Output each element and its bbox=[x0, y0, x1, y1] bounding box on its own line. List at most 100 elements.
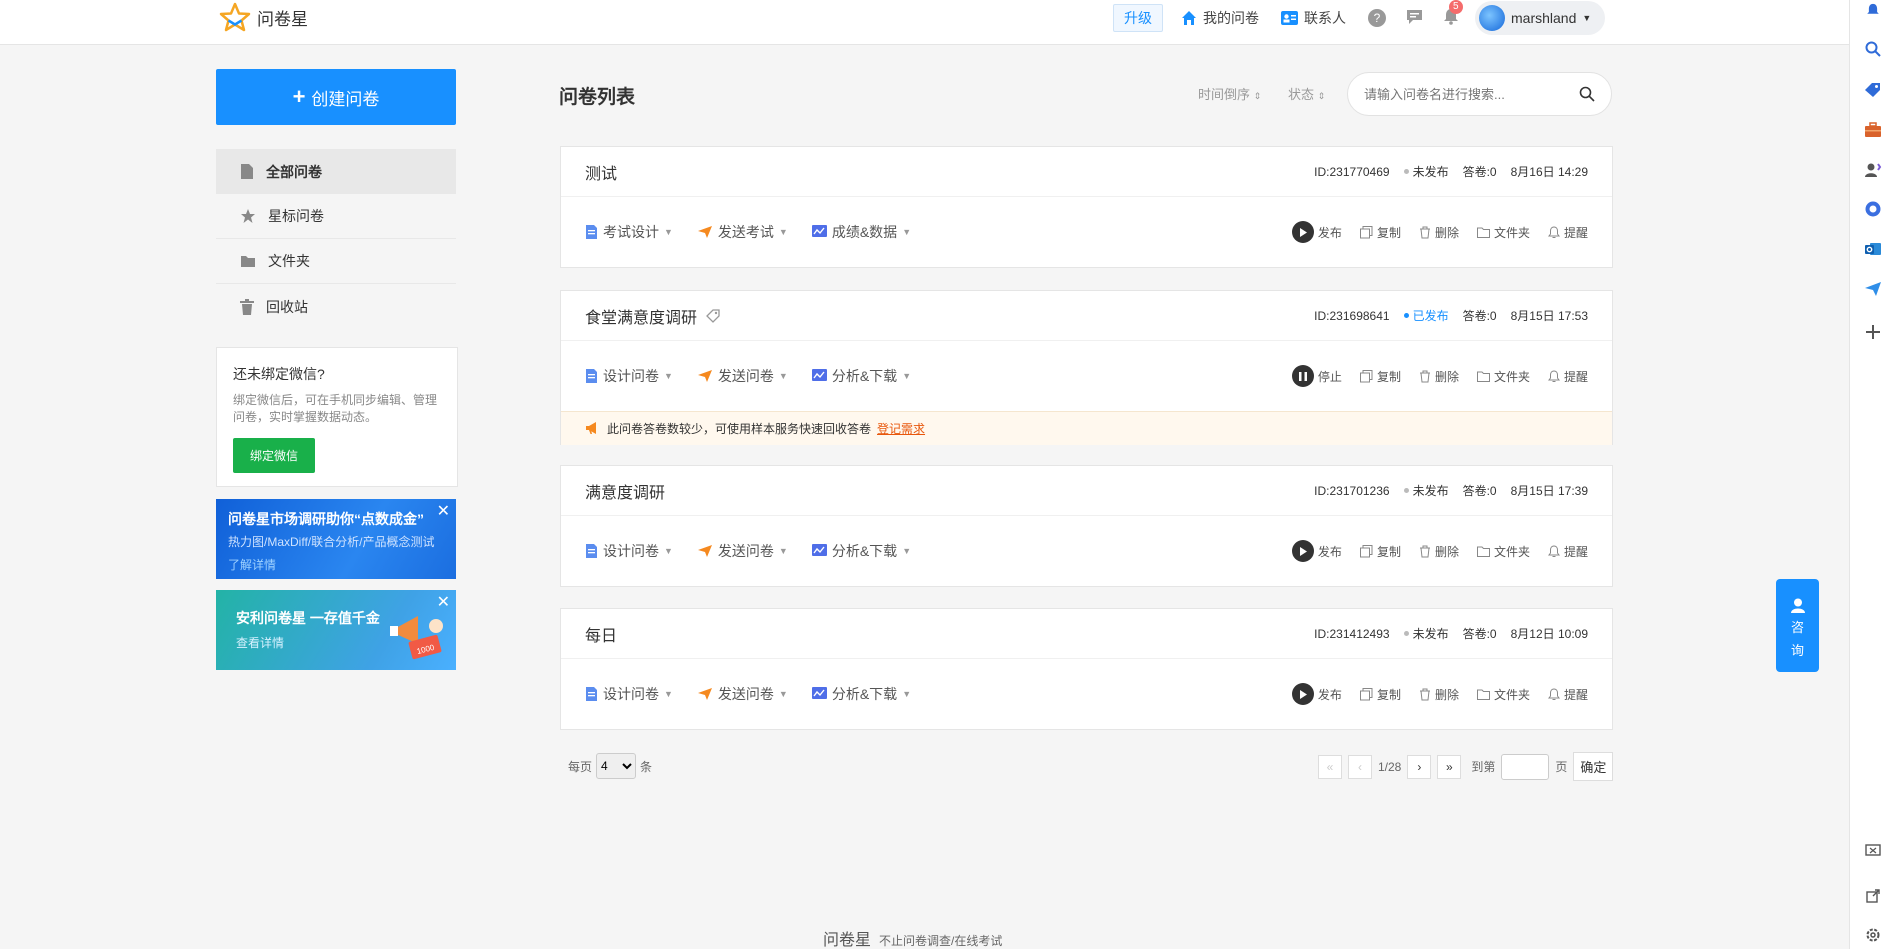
rail-external-link-icon[interactable] bbox=[1863, 886, 1883, 906]
logo-text: 问卷星 bbox=[257, 9, 308, 29]
create-survey-button[interactable]: + 创建问卷 bbox=[216, 69, 456, 125]
home-icon bbox=[1182, 11, 1196, 25]
delete-button[interactable]: 删除 bbox=[1419, 543, 1459, 560]
publish-toggle-button[interactable]: 停止 bbox=[1291, 365, 1342, 387]
confirm-button[interactable]: 确定 bbox=[1573, 752, 1614, 781]
move-folder-button[interactable]: 文件夹 bbox=[1476, 224, 1530, 241]
my-surveys-link[interactable]: 我的问卷 bbox=[1181, 8, 1259, 28]
survey-title[interactable]: 测试 bbox=[585, 160, 617, 184]
my-surveys-label: 我的问卷 bbox=[1203, 10, 1259, 26]
analytics-dropdown[interactable]: 分析&下载 ▼ bbox=[811, 684, 911, 704]
sidebar-item-starred[interactable]: 星标问卷 bbox=[216, 194, 456, 239]
survey-title[interactable]: 满意度调研 bbox=[585, 479, 665, 503]
rail-bell-icon[interactable] bbox=[1863, 0, 1883, 20]
analytics-dropdown[interactable]: 分析&下载 ▼ bbox=[811, 366, 911, 386]
recharge-banner[interactable]: 安利问卷星 一存值千金 查看详情 1000 ✕ bbox=[216, 590, 456, 670]
move-folder-button[interactable]: 文件夹 bbox=[1476, 543, 1530, 560]
contacts-link[interactable]: 联系人 bbox=[1281, 8, 1346, 28]
prev-page-button[interactable]: ‹ bbox=[1348, 754, 1372, 779]
delete-button[interactable]: 删除 bbox=[1419, 686, 1459, 703]
rail-copilot-icon[interactable] bbox=[1863, 199, 1883, 219]
rail-search-icon[interactable] bbox=[1863, 39, 1883, 59]
rail-tag-icon[interactable] bbox=[1863, 80, 1883, 100]
document-icon bbox=[241, 164, 253, 179]
register-demand-link[interactable]: 登记需求 bbox=[877, 420, 925, 437]
rail-outlook-icon[interactable] bbox=[1863, 239, 1883, 259]
survey-title[interactable]: 每日 bbox=[585, 622, 617, 646]
rail-settings-icon[interactable] bbox=[1863, 925, 1883, 945]
survey-card-actions: 考试设计 ▼ 发送考试 ▼ 成绩&数据 ▼ 发布 复制 删除 文件夹 提醒 bbox=[561, 197, 1612, 267]
market-research-banner[interactable]: 问卷星市场调研助你“点数成金” 热力图/MaxDiff/联合分析/产品概念测试 … bbox=[216, 499, 456, 579]
survey-date: 8月12日 10:09 bbox=[1510, 627, 1588, 641]
caret-down-icon: ▼ bbox=[778, 227, 788, 237]
design-dropdown[interactable]: 考试设计 ▼ bbox=[585, 222, 673, 242]
banner-link[interactable]: 了解详情 bbox=[228, 556, 444, 573]
send-dropdown[interactable]: 发送问卷 ▼ bbox=[697, 541, 788, 561]
help-icon[interactable]: ? bbox=[1368, 9, 1386, 27]
analytics-dropdown[interactable]: 成绩&数据 ▼ bbox=[811, 222, 911, 242]
copy-button[interactable]: 复制 bbox=[1359, 686, 1401, 703]
send-label: 发送考试 bbox=[717, 224, 774, 240]
copy-button[interactable]: 复制 bbox=[1359, 543, 1401, 560]
remind-label: 提醒 bbox=[1563, 369, 1588, 384]
remind-button[interactable]: 提醒 bbox=[1547, 368, 1588, 385]
plus-icon: + bbox=[292, 84, 306, 109]
sidebar-item-label: 文件夹 bbox=[268, 253, 310, 269]
sort-status-dropdown[interactable]: 状态 ⇕ bbox=[1288, 84, 1325, 103]
last-page-button[interactable]: » bbox=[1437, 754, 1462, 779]
rail-toolbox-icon[interactable] bbox=[1863, 120, 1883, 140]
design-dropdown[interactable]: 设计问卷 ▼ bbox=[585, 541, 673, 561]
remind-button[interactable]: 提醒 bbox=[1547, 686, 1588, 703]
user-menu[interactable]: marshland ▼ bbox=[1475, 1, 1606, 35]
send-dropdown[interactable]: 发送考试 ▼ bbox=[697, 222, 788, 242]
link-tag-icon[interactable] bbox=[705, 308, 721, 324]
design-dropdown[interactable]: 设计问卷 ▼ bbox=[585, 684, 673, 704]
publish-toggle-button[interactable]: 发布 bbox=[1291, 683, 1342, 705]
close-icon[interactable]: ✕ bbox=[437, 592, 450, 612]
search-icon[interactable] bbox=[1579, 86, 1595, 102]
analytics-label: 成绩&数据 bbox=[831, 224, 898, 240]
survey-title[interactable]: 食堂满意度调研 bbox=[585, 304, 697, 328]
send-dropdown[interactable]: 发送问卷 ▼ bbox=[697, 366, 788, 386]
copy-button[interactable]: 复制 bbox=[1359, 224, 1401, 241]
rail-add-icon[interactable] bbox=[1863, 322, 1883, 342]
banner-title: 问卷星市场调研助你“点数成金” bbox=[228, 511, 424, 527]
delete-button[interactable]: 删除 bbox=[1419, 224, 1459, 241]
survey-card-actions: 设计问卷 ▼ 发送问卷 ▼ 分析&下载 ▼ 发布 复制 删除 文件夹 提醒 bbox=[561, 659, 1612, 729]
upgrade-button[interactable]: 升级 bbox=[1113, 4, 1163, 32]
delete-button[interactable]: 删除 bbox=[1419, 368, 1459, 385]
bind-wechat-button[interactable]: 绑定微信 bbox=[233, 438, 316, 473]
status-label: 已发布 bbox=[1412, 309, 1449, 323]
remind-button[interactable]: 提醒 bbox=[1547, 543, 1588, 560]
first-page-button[interactable]: « bbox=[1318, 754, 1342, 779]
sidebar-item-all[interactable]: 全部问卷 bbox=[216, 149, 456, 194]
goto-page-input[interactable] bbox=[1501, 753, 1550, 780]
per-page-select[interactable]: 4 bbox=[596, 753, 637, 779]
publish-toggle-button[interactable]: 发布 bbox=[1291, 540, 1342, 562]
sidebar-item-folder[interactable]: 文件夹 bbox=[216, 239, 456, 284]
move-folder-button[interactable]: 文件夹 bbox=[1476, 686, 1530, 703]
copy-button[interactable]: 复制 bbox=[1359, 368, 1401, 385]
sidebar-item-trash[interactable]: 回收站 bbox=[216, 284, 456, 329]
message-icon[interactable] bbox=[1406, 9, 1423, 28]
sort-time-dropdown[interactable]: 时间倒序 ⇕ bbox=[1198, 84, 1261, 103]
logo[interactable]: 问卷星 bbox=[219, 2, 308, 32]
footer-logo: 问卷星 bbox=[823, 932, 872, 949]
remind-button[interactable]: 提醒 bbox=[1547, 224, 1588, 241]
design-dropdown[interactable]: 设计问卷 ▼ bbox=[585, 366, 673, 386]
publish-toggle-button[interactable]: 发布 bbox=[1291, 221, 1342, 243]
sidebar-nav: 全部问卷 星标问卷 文件夹 回收站 bbox=[216, 149, 456, 329]
move-folder-button[interactable]: 文件夹 bbox=[1476, 368, 1530, 385]
next-page-button[interactable]: › bbox=[1407, 754, 1432, 779]
send-dropdown[interactable]: 发送问卷 ▼ bbox=[697, 684, 788, 704]
rail-screen-icon[interactable] bbox=[1863, 841, 1883, 861]
rail-send-icon[interactable] bbox=[1863, 279, 1883, 299]
close-icon[interactable]: ✕ bbox=[437, 501, 450, 521]
trash-icon bbox=[1419, 545, 1430, 557]
consult-button[interactable]: 咨 询 bbox=[1776, 579, 1819, 672]
analytics-dropdown[interactable]: 分析&下载 ▼ bbox=[811, 541, 911, 561]
caret-down-icon: ▼ bbox=[664, 371, 673, 381]
search-input[interactable] bbox=[1364, 86, 1564, 102]
rail-people-icon[interactable] bbox=[1863, 160, 1883, 180]
notification-bell[interactable]: 5 bbox=[1443, 0, 1463, 28]
